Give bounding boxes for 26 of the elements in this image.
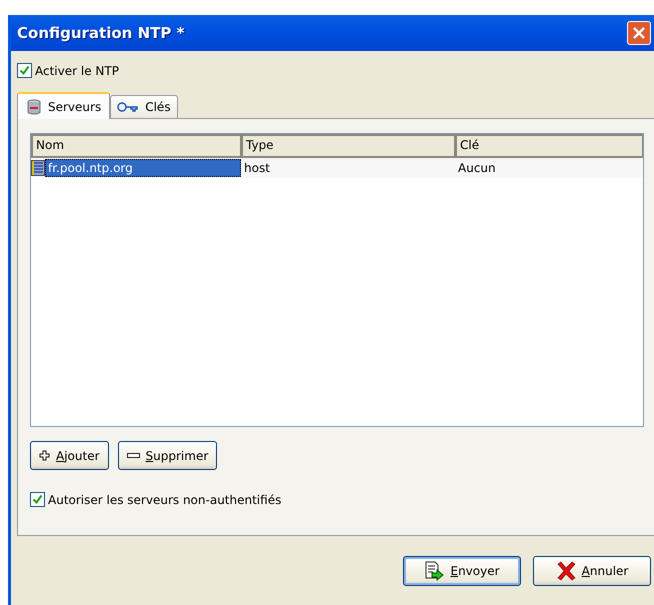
document-arrow-icon bbox=[424, 561, 444, 581]
checkbox-label: Activer le NTP bbox=[35, 64, 119, 78]
close-icon bbox=[632, 26, 646, 40]
table-cell: Aucun bbox=[455, 158, 643, 178]
close-button[interactable] bbox=[627, 21, 651, 45]
add-button[interactable]: Ajouter bbox=[30, 441, 109, 470]
checkbox[interactable] bbox=[17, 63, 32, 78]
cross-icon bbox=[556, 561, 576, 581]
server-icon bbox=[31, 160, 45, 176]
remove-button[interactable]: Supprimer bbox=[118, 441, 218, 470]
column-header[interactable]: Clé bbox=[455, 134, 643, 158]
database-icon bbox=[26, 98, 42, 114]
column-header[interactable]: Type bbox=[241, 134, 455, 158]
table-cell: host bbox=[241, 158, 455, 178]
checkbox[interactable] bbox=[30, 492, 45, 507]
checkbox-label: Autoriser les serveurs non-authentifiés bbox=[48, 492, 282, 506]
tab[interactable]: Serveurs bbox=[17, 92, 110, 119]
plus-icon bbox=[39, 450, 50, 461]
table-cell[interactable]: fr.pool.ntp.org bbox=[45, 159, 241, 177]
send-button[interactable]: Envoyer bbox=[403, 556, 521, 586]
column-header[interactable]: Nom bbox=[31, 134, 241, 158]
tab[interactable]: Clés bbox=[110, 95, 178, 118]
minus-icon bbox=[126, 453, 140, 458]
cancel-button[interactable]: Annuler bbox=[533, 556, 651, 586]
window-title: Configuration NTP * bbox=[17, 24, 184, 42]
key-icon bbox=[117, 101, 140, 113]
